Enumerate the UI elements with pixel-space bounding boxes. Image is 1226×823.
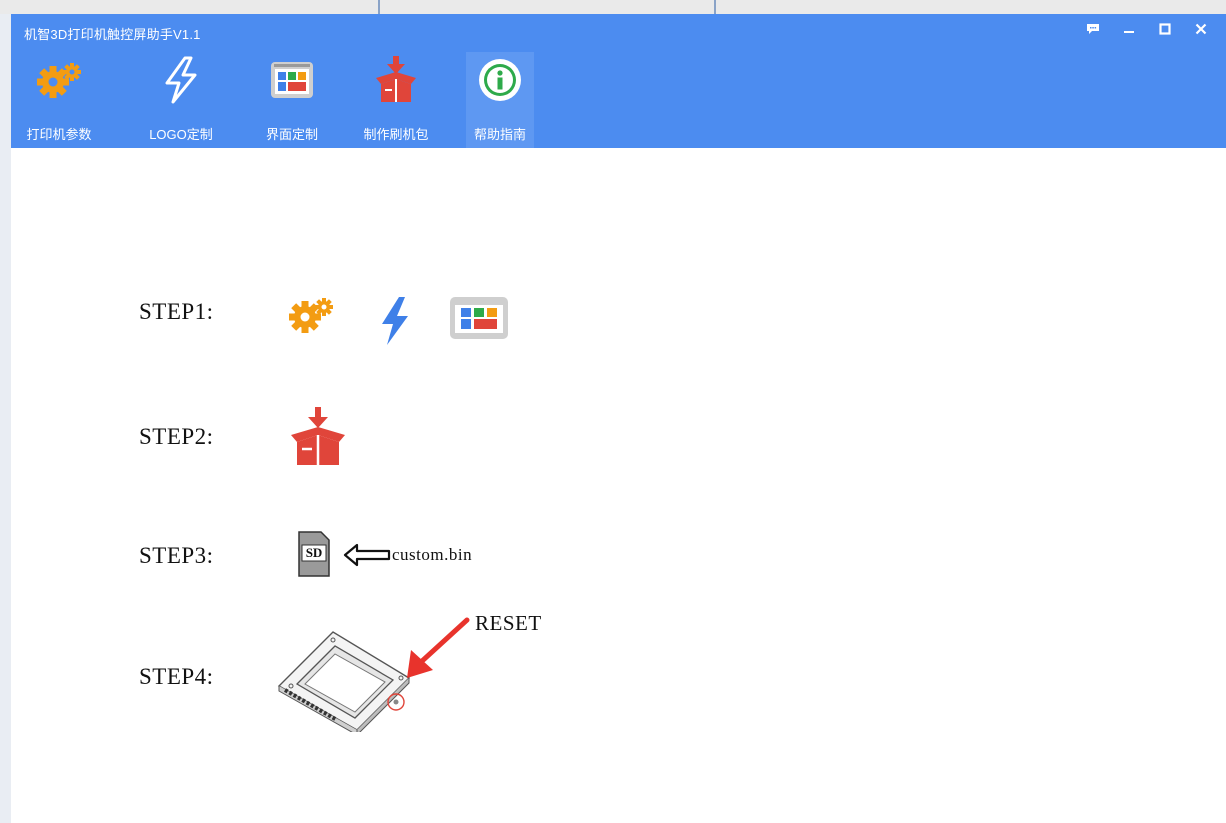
column-separator xyxy=(378,0,380,14)
ui-layout-icon xyxy=(449,296,509,344)
ui-layout-icon xyxy=(258,58,326,102)
lightning-icon xyxy=(379,295,411,351)
toolbar-label: 打印机参数 xyxy=(26,127,92,142)
window-title: 机智3D打印机触控屏助手V1.1 xyxy=(24,27,201,42)
package-box-icon xyxy=(287,407,349,471)
toolbar-label: 帮助指南 xyxy=(473,127,526,142)
package-box-icon xyxy=(362,56,430,102)
touchscreen-board-icon xyxy=(277,628,417,737)
column-separator xyxy=(714,0,716,14)
toolbar-label: 制作刷机包 xyxy=(363,127,429,142)
maximize-icon[interactable] xyxy=(1151,18,1179,40)
toolbar-ui-custom[interactable]: 界面定制 xyxy=(258,52,326,148)
lightning-icon xyxy=(147,56,215,104)
gears-icon xyxy=(287,295,335,339)
toolbar-label: LOGO定制 xyxy=(149,127,213,142)
minimize-icon[interactable] xyxy=(1115,18,1143,40)
info-icon xyxy=(466,58,534,102)
step3-label: STEP3: xyxy=(139,543,214,568)
toolbar-make-package[interactable]: 制作刷机包 xyxy=(362,52,430,148)
toolbar-label: 界面定制 xyxy=(265,127,318,142)
step1-label: STEP1: xyxy=(139,299,214,324)
sd-card-icon: SD xyxy=(297,530,331,578)
title-bar: 机智3D打印机触控屏助手V1.1 打印机参数 LOGO定制 界面定制 制作刷机包… xyxy=(11,14,1226,148)
toolbar-help-guide[interactable]: 帮助指南 xyxy=(466,52,534,148)
background-window-strip xyxy=(0,0,1226,14)
gears-icon xyxy=(25,58,93,102)
sd-card-label: SD xyxy=(305,545,323,560)
left-arrow-icon xyxy=(343,543,391,571)
feedback-icon[interactable] xyxy=(1079,18,1107,40)
custom-bin-filename: custom.bin xyxy=(392,545,473,564)
step4-label: STEP4: xyxy=(139,664,214,689)
app-window: 机智3D打印机触控屏助手V1.1 打印机参数 LOGO定制 界面定制 制作刷机包… xyxy=(11,14,1226,823)
reset-label: RESET xyxy=(475,611,542,635)
step2-label: STEP2: xyxy=(139,424,214,449)
close-icon[interactable] xyxy=(1187,18,1215,40)
toolbar-printer-params[interactable]: 打印机参数 xyxy=(25,52,93,148)
red-arrow-icon xyxy=(403,614,475,690)
toolbar-logo-custom[interactable]: LOGO定制 xyxy=(147,52,215,148)
